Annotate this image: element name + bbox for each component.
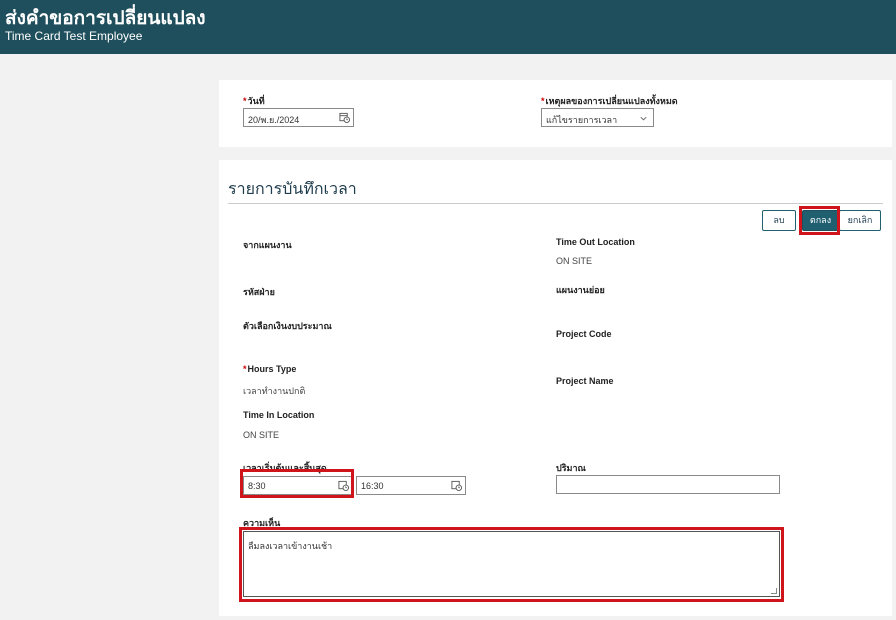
sub-plan-label: แผนงานย่อย	[556, 285, 605, 295]
start-time-input[interactable]: 8:30	[243, 476, 353, 495]
end-time-input[interactable]: 16:30	[356, 476, 466, 495]
hours-type-label: *Hours Type	[243, 364, 297, 374]
page-subtitle: Time Card Test Employee	[5, 29, 143, 43]
chevron-down-icon	[640, 116, 647, 121]
date-input[interactable]: 20/พ.ย./2024	[243, 108, 354, 127]
comment-label: ความเห็น	[243, 518, 281, 528]
project-code-label: Project Code	[556, 329, 612, 339]
time-in-location-value: ON SITE	[243, 430, 280, 440]
delete-button[interactable]: ลบ	[762, 210, 796, 231]
budget-option-label: ตัวเลือกเงินงบประมาณ	[243, 321, 332, 331]
time-entry-card: รายการบันทึกเวลา ลบ ตกลง ยกเลิก จากแผนงา…	[219, 160, 892, 616]
hours-type-value: เวลาทำงานปกติ	[243, 386, 306, 396]
time-in-location-label: Time In Location	[243, 410, 315, 420]
reason-label: *เหตุผลของการเปลี่ยนแปลงทั้งหมด	[541, 96, 678, 106]
section-title: รายการบันทึกเวลา	[228, 181, 357, 198]
cancel-button[interactable]: ยกเลิก	[839, 210, 881, 231]
date-label: *วันที่	[243, 96, 265, 106]
resize-handle[interactable]	[771, 588, 777, 594]
reason-select[interactable]: แก้ไขรายการเวลา	[541, 108, 654, 127]
department-code-label: รหัสฝ่าย	[243, 287, 275, 297]
ok-button[interactable]: ตกลง	[802, 210, 839, 231]
time-out-location-value: ON SITE	[556, 256, 593, 266]
calendar-clock-icon[interactable]	[339, 112, 350, 123]
change-request-card: *วันที่ 20/พ.ย./2024 *เหตุผลของการเปลี่ย…	[219, 80, 892, 147]
start-end-time-label: เวลาเริ่มต้นและสิ้นสุด	[243, 463, 327, 473]
comment-textarea[interactable]: ลืมลงเวลาเข้างานเช้า	[243, 531, 780, 597]
page-header: ส่งคำขอการเปลี่ยนแปลง Time Card Test Emp…	[0, 0, 896, 54]
quantity-input[interactable]	[556, 475, 780, 494]
section-divider	[228, 203, 883, 204]
clock-icon[interactable]	[451, 480, 462, 491]
project-name-label: Project Name	[556, 376, 614, 386]
clock-icon[interactable]	[338, 480, 349, 491]
from-plan-label: จากแผนงาน	[243, 240, 292, 250]
quantity-label: ปริมาณ	[556, 463, 586, 473]
time-out-location-label: Time Out Location	[556, 237, 635, 247]
